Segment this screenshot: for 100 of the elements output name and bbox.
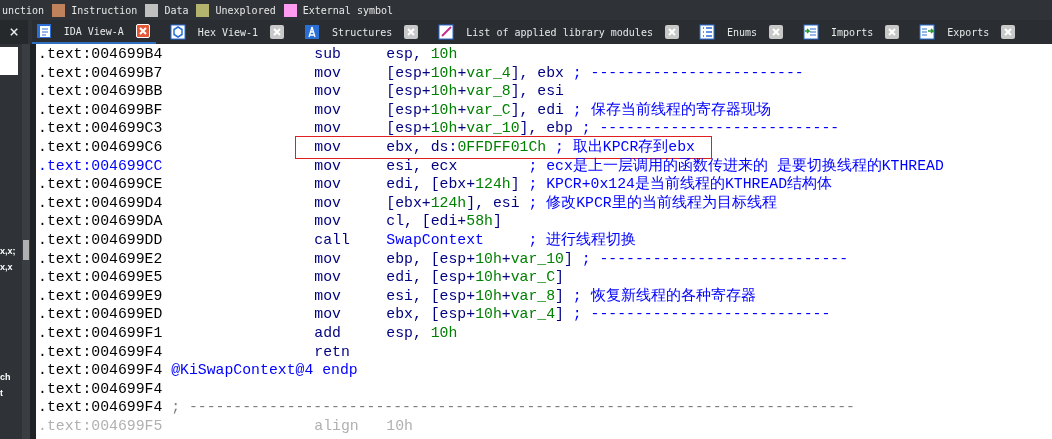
address-text: .text:004699D4 — [38, 193, 163, 213]
mnemonic-text: sub — [314, 45, 342, 64]
address-text: .text:004699F1 — [38, 323, 163, 343]
address-text: .text:004699F5 — [38, 416, 163, 436]
separator-text: ; --------------------------------------------------------------------------- — [171, 398, 855, 417]
comment-text: ; ecx是上一层调用的函数传进来的 是要切换线程的KTHREAD — [528, 156, 944, 175]
operand-text: [esp+10h+var_8], esi — [386, 82, 564, 101]
tab[interactable]: Exports — [915, 20, 1022, 44]
comment-text: ; 进行线程切换 — [528, 230, 637, 250]
close-icon[interactable] — [664, 25, 679, 39]
import-icon — [803, 24, 820, 40]
pen-icon — [438, 24, 455, 40]
operand-text: cl, [edi+58h] — [386, 212, 503, 231]
mnemonic-text: mov — [314, 249, 342, 269]
mnemonic-text: mov — [314, 286, 342, 306]
mnemonic-text: mov — [314, 156, 342, 176]
close-icon[interactable] — [885, 25, 900, 39]
operand-text: [esp+10h+var_4], ebx — [386, 63, 564, 83]
text-fragment: t — [0, 387, 3, 400]
close-icon[interactable] — [404, 25, 419, 39]
close-icon[interactable] — [769, 25, 784, 39]
address-text: .text:004699E9 — [38, 286, 163, 306]
operand-text: [esp+10h+var_C], edi — [386, 100, 564, 120]
tab[interactable]: Hex View-1 — [165, 20, 291, 44]
operand-text: [esp+10h+var_10], ebp — [386, 119, 573, 138]
mnemonic-text: mov — [314, 193, 342, 213]
operand-text: edi, [esp+10h+var_C] — [386, 268, 564, 287]
address-text: .text:004699F4 — [38, 379, 163, 399]
export-icon — [919, 24, 936, 40]
structure-icon — [304, 24, 321, 40]
comment-text: ; 取出KPCR存到ebx — [555, 137, 695, 157]
operand-text: edi, [ebx+124h] — [386, 175, 520, 194]
list-icon — [698, 24, 715, 40]
operand-text: [ebx+124h], esi — [386, 193, 520, 213]
address-text: .text:004699F4 — [38, 342, 163, 362]
comment-text: ; --------------------------- — [572, 305, 831, 324]
comment-text: ; ------------------------ — [572, 63, 804, 83]
text-fragment: x,x — [0, 261, 13, 274]
address-text: .text:004699CC — [38, 156, 163, 176]
address-text: .text:004699B4 — [38, 45, 163, 64]
scrollbar-thumb[interactable] — [23, 240, 29, 260]
address-text: .text:004699BB — [38, 82, 163, 101]
mnemonic-text: call — [314, 230, 351, 250]
mnemonic-text: mov — [314, 268, 342, 287]
text-fragment: ch — [0, 371, 11, 384]
text-fragment: x,x; — [0, 245, 16, 258]
comment-text: ; 恢复新线程的各种寄存器 — [572, 286, 756, 306]
mnemonic-text: add — [314, 323, 342, 343]
address-text: .text:004699ED — [38, 305, 163, 324]
address-text: .text:004699F4 — [38, 361, 163, 380]
operand-text: esi, [esp+10h+var_8] — [386, 286, 564, 306]
close-icon[interactable] — [1001, 25, 1016, 39]
legend-label: Instruction — [71, 3, 138, 18]
address-text: .text:004699BF — [38, 100, 163, 120]
mnemonic-text: retn — [314, 342, 351, 362]
operand-text: ebx, [esp+10h+var_4] — [386, 305, 564, 324]
tab[interactable]: Structures — [300, 20, 425, 44]
mnemonic-text: mov — [314, 63, 342, 83]
address-text: .text:004699F4 — [38, 398, 163, 417]
input-field[interactable] — [0, 47, 18, 75]
operand-text: 10h — [386, 416, 414, 436]
mnemonic-text: mov — [314, 212, 342, 231]
operand-text: ebx, ds:0FFDFF01Ch — [386, 137, 547, 157]
address-text: .text:004699E2 — [38, 249, 163, 269]
mnemonic-text: align — [314, 416, 360, 436]
mnemonic-text: mov — [314, 175, 342, 194]
close-button[interactable]: × — [0, 20, 28, 44]
tab[interactable]: List of applied library modules — [434, 20, 685, 44]
operand-text: esp, 10h — [386, 45, 459, 64]
close-icon[interactable] — [135, 24, 150, 38]
legend-label: Unexplored — [215, 3, 276, 18]
address-text: .text:004699DA — [38, 212, 163, 231]
mnemonic-text: mov — [314, 305, 342, 324]
operand-text: esp, 10h — [386, 323, 459, 343]
address-text: .text:004699C3 — [38, 119, 163, 138]
mnemonic-text: mov — [314, 82, 342, 101]
scrollbar[interactable] — [22, 44, 30, 439]
address-text: .text:004699B7 — [38, 63, 163, 83]
tab[interactable]: Imports — [799, 20, 906, 44]
operand-text: SwapContext — [386, 230, 485, 250]
address-text: .text:004699C6 — [38, 137, 163, 157]
mnemonic-text: mov — [314, 137, 342, 157]
address-text: .text:004699DD — [38, 230, 163, 250]
operand-text: esi, ecx — [386, 156, 459, 176]
comment-text: ; 保存当前线程的寄存器现场 — [572, 100, 771, 120]
legend-label: External symbol — [302, 3, 393, 18]
close-icon[interactable] — [270, 25, 285, 39]
listing-icon — [35, 23, 52, 39]
address-text: .text:004699CE — [38, 175, 163, 194]
mnemonic-text: mov — [314, 119, 342, 138]
label-text: @KiSwapContext@4 endp — [171, 361, 358, 380]
legend-label: unction — [2, 3, 45, 18]
mnemonic-text: mov — [314, 100, 342, 120]
comment-text: ; ---------------------------- — [581, 249, 849, 269]
comment-text: ; --------------------------- — [581, 119, 840, 138]
legend-label: Data — [164, 3, 189, 18]
operand-text: ebp, [esp+10h+var_10] — [386, 249, 573, 269]
tab[interactable]: Enums — [694, 20, 790, 44]
comment-text: ; KPCR+0x124是当前线程的KTHREAD结构体 — [528, 175, 833, 194]
address-text: .text:004699E5 — [38, 268, 163, 287]
